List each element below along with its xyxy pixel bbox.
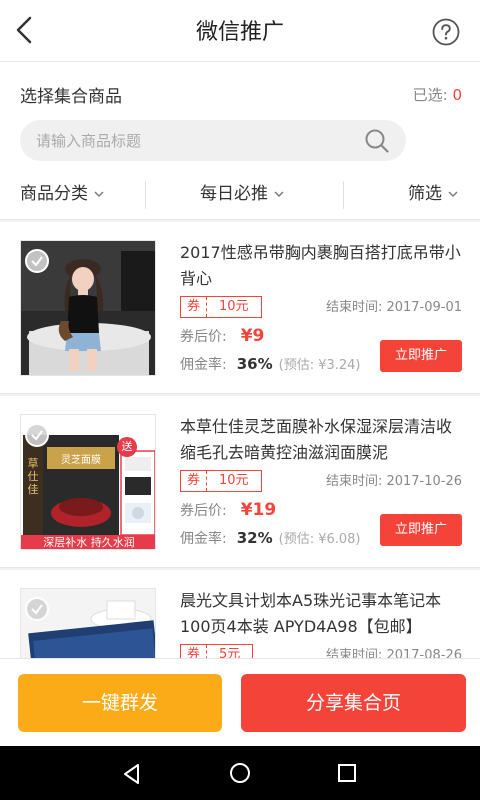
bottom-action-bar: 一键群发 分享集合页 bbox=[0, 658, 480, 746]
search-input[interactable] bbox=[36, 120, 356, 161]
end-time: 结束时间: 2017-10-26 bbox=[325, 474, 462, 489]
filter-category-label: 商品分类 bbox=[20, 184, 88, 204]
after-coupon-price: 券后价: ¥19 bbox=[180, 500, 276, 520]
selected-indicator: 已选: 0 bbox=[413, 84, 462, 105]
check-icon bbox=[31, 256, 43, 267]
filter-category[interactable]: 商品分类 bbox=[20, 172, 104, 216]
image-banner-text: 深层补水 持久水润 bbox=[43, 536, 135, 549]
check-icon bbox=[31, 430, 43, 441]
commission-rate: 36% bbox=[236, 355, 273, 373]
commission-rate: 32% bbox=[236, 529, 273, 547]
end-time: 结束时间: 2017-09-01 bbox=[325, 300, 462, 315]
image-gift-badge: 送 bbox=[117, 437, 137, 457]
coupon-badge: 券 10元 bbox=[180, 470, 262, 492]
coupon-value: 10元 bbox=[219, 473, 249, 488]
product-image[interactable]: 草仕佳 灵芝面膜 送 深层补水 持久水润 bbox=[20, 414, 156, 550]
coupon-label: 券 bbox=[181, 297, 208, 317]
commission-label: 佣金率: bbox=[180, 531, 227, 547]
nav-recent-apps-icon[interactable] bbox=[336, 762, 358, 784]
price: ¥19 bbox=[240, 500, 277, 520]
chevron-down-icon bbox=[274, 191, 284, 197]
checkbox[interactable] bbox=[25, 597, 49, 621]
coupon-value: 5元 bbox=[219, 647, 241, 658]
filter-screen[interactable]: 筛选 bbox=[408, 172, 458, 216]
search-box[interactable] bbox=[20, 120, 406, 161]
share-collection-button[interactable]: 分享集合页 bbox=[241, 674, 466, 732]
selected-count: 0 bbox=[452, 86, 462, 104]
filter-bar: 商品分类 每日必推 筛选 bbox=[0, 172, 480, 220]
help-icon[interactable] bbox=[432, 18, 460, 46]
commission-estimate: (预估: ¥6.08) bbox=[278, 532, 361, 547]
promote-button[interactable]: 立即推广 bbox=[380, 514, 462, 546]
nav-back-icon[interactable] bbox=[120, 762, 144, 786]
product-card[interactable]: 晨光文具计划本A5珠光记事本笔记本100页4本装 APYD4A98【包邮】 券 … bbox=[0, 570, 480, 658]
after-price-label: 券后价: bbox=[180, 503, 227, 519]
after-price-label: 券后价: bbox=[180, 329, 227, 345]
product-card[interactable]: 2017性感吊带胸内裹胸百搭打底吊带小背心 券 10元 结束时间: 2017-0… bbox=[0, 222, 480, 394]
divider bbox=[145, 181, 146, 209]
image-product-text: 灵芝面膜 bbox=[61, 455, 101, 466]
product-title[interactable]: 本草仕佳灵芝面膜补水保湿深层清洁收缩毛孔去暗黄控油滋润面膜泥 bbox=[180, 414, 465, 466]
image-brand-text: 草仕佳 bbox=[27, 457, 39, 496]
search-icon[interactable] bbox=[364, 128, 390, 154]
promote-button[interactable]: 立即推广 bbox=[380, 340, 462, 372]
selected-label: 已选: bbox=[412, 86, 448, 104]
product-image[interactable] bbox=[20, 240, 156, 376]
coupon-badge: 券 5元 bbox=[180, 644, 254, 658]
app-header: 微信推广 bbox=[0, 0, 480, 62]
coupon-label: 券 bbox=[181, 645, 208, 658]
after-coupon-price: 券后价: ¥9 bbox=[180, 326, 264, 346]
system-nav-bar bbox=[0, 746, 480, 800]
product-image[interactable] bbox=[20, 588, 156, 658]
product-title[interactable]: 2017性感吊带胸内裹胸百搭打底吊带小背心 bbox=[180, 240, 465, 292]
broadcast-button[interactable]: 一键群发 bbox=[18, 674, 222, 732]
filter-daily-label: 每日必推 bbox=[200, 184, 268, 204]
product-title[interactable]: 晨光文具计划本A5珠光记事本笔记本100页4本装 APYD4A98【包邮】 bbox=[180, 588, 465, 640]
chevron-down-icon bbox=[94, 191, 104, 197]
coupon-value: 10元 bbox=[219, 299, 249, 314]
coupon-label: 券 bbox=[181, 471, 208, 491]
commission-label: 佣金率: bbox=[180, 357, 227, 373]
divider bbox=[343, 181, 344, 209]
select-row: 选择集合商品 已选: 0 bbox=[0, 62, 480, 122]
filter-screen-label: 筛选 bbox=[408, 184, 442, 204]
coupon-badge: 券 10元 bbox=[180, 296, 262, 318]
commission: 佣金率: 36% (预估: ¥3.24) bbox=[180, 354, 361, 374]
nav-home-icon[interactable] bbox=[228, 761, 252, 785]
product-card[interactable]: 草仕佳 灵芝面膜 送 深层补水 持久水润 本草仕佳灵芝面膜补水保湿深层清洁收缩毛… bbox=[0, 396, 480, 568]
checkbox[interactable] bbox=[25, 423, 49, 447]
filter-daily[interactable]: 每日必推 bbox=[200, 172, 284, 216]
select-title: 选择集合商品 bbox=[20, 87, 122, 107]
chevron-down-icon bbox=[448, 191, 458, 197]
checkbox[interactable] bbox=[25, 249, 49, 273]
check-icon bbox=[31, 604, 43, 615]
commission: 佣金率: 32% (预估: ¥6.08) bbox=[180, 528, 361, 548]
commission-estimate: (预估: ¥3.24) bbox=[278, 358, 361, 373]
page-title: 微信推广 bbox=[195, 20, 284, 45]
end-time: 结束时间: 2017-08-26 bbox=[325, 648, 462, 658]
price: ¥9 bbox=[240, 326, 265, 346]
